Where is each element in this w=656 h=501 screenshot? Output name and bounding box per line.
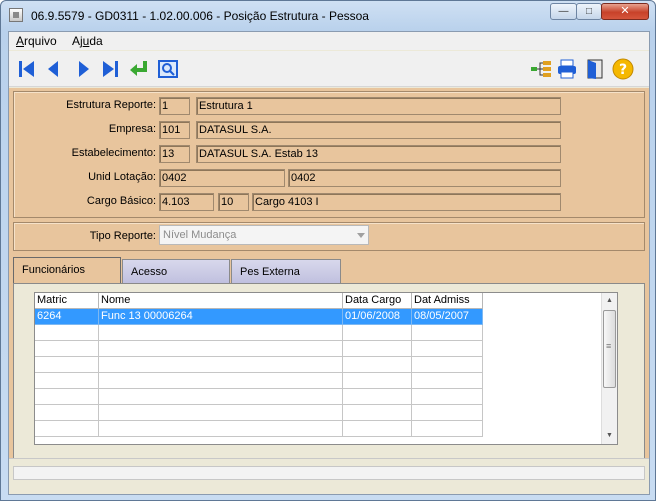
search-icon[interactable] xyxy=(156,57,180,81)
estab-label: Estabelecimento: xyxy=(71,147,156,159)
form-area: Estrutura Reporte: 1 Estrutura 1 Empresa… xyxy=(9,88,649,494)
menu-ajuda-label-a: Aj xyxy=(72,34,83,48)
table-row[interactable] xyxy=(35,357,483,373)
toolbar: ? xyxy=(9,51,649,87)
tab-funcionarios[interactable]: Funcionários xyxy=(13,257,121,283)
estrutura-desc-field[interactable]: Estrutura 1 xyxy=(196,97,561,115)
cargo-label: Cargo Básico: xyxy=(86,195,156,207)
table-row[interactable] xyxy=(35,421,483,437)
maximize-button[interactable]: □ xyxy=(576,3,602,20)
employees-grid: Matric Nome Data Cargo Dat Admiss 6264 F… xyxy=(34,292,618,445)
tab-acesso-label: Acesso xyxy=(131,266,168,278)
chevron-down-icon xyxy=(357,233,365,238)
app-icon xyxy=(9,8,23,22)
grid-header: Matric Nome Data Cargo Dat Admiss xyxy=(35,293,483,309)
empresa-desc-field[interactable]: DATASUL S.A. xyxy=(196,121,561,139)
estab-code-field[interactable]: 13 xyxy=(159,145,190,163)
estrutura-label: Estrutura Reporte: xyxy=(66,99,156,111)
col-matric[interactable]: Matric xyxy=(35,293,99,309)
estab-desc-field[interactable]: DATASUL S.A. Estab 13 xyxy=(196,145,561,163)
menu-ajuda[interactable]: Ajuda xyxy=(72,34,103,48)
tipo-reporte-value: Nível Mudança xyxy=(163,229,237,241)
cell-nome: Func 13 00006264 xyxy=(99,309,343,325)
hierarchy-icon[interactable] xyxy=(529,57,553,81)
cargo-sub-field[interactable]: 10 xyxy=(218,193,249,211)
cargo-desc-field[interactable]: Cargo 4103 I xyxy=(252,193,561,211)
client-area: Arquivo Ajuda ? Estrutura Reporte: 1 Est… xyxy=(8,31,650,495)
tab-body-funcionarios: Matric Nome Data Cargo Dat Admiss 6264 F… xyxy=(13,283,645,459)
cargo-code-field[interactable]: 4.103 xyxy=(159,193,214,211)
go-to-icon[interactable] xyxy=(127,57,151,81)
col-data-cargo[interactable]: Data Cargo xyxy=(343,293,412,309)
first-record-icon[interactable] xyxy=(15,57,39,81)
print-icon[interactable] xyxy=(555,57,579,81)
tipo-label: Tipo Reporte: xyxy=(89,230,156,242)
tab-funcionarios-label: Funcionários xyxy=(22,264,85,276)
lotacao-desc-field[interactable]: 0402 xyxy=(288,169,561,187)
table-row[interactable]: 6264 Func 13 00006264 01/06/2008 08/05/2… xyxy=(35,309,483,325)
menu-arquivo-label: rquivo xyxy=(24,34,57,48)
menu-arquivo-mnemonic: A xyxy=(16,34,25,48)
cell-data-cargo: 01/06/2008 xyxy=(343,309,412,325)
estrutura-code-field[interactable]: 1 xyxy=(159,97,190,115)
scroll-up-icon[interactable]: ▲ xyxy=(602,293,617,308)
cell-dat-admiss: 08/05/2007 xyxy=(412,309,483,325)
previous-record-icon[interactable] xyxy=(42,57,66,81)
status-bar xyxy=(9,458,649,494)
lotacao-code-field[interactable]: 0402 xyxy=(159,169,285,187)
table-row[interactable] xyxy=(35,373,483,389)
scroll-down-icon[interactable]: ▼ xyxy=(602,428,617,443)
tab-pes-externa-label: Pes Externa xyxy=(240,266,300,278)
last-record-icon[interactable] xyxy=(98,57,122,81)
minimize-button[interactable]: — xyxy=(550,3,577,20)
window-title: 06.9.5579 - GD0311 - 1.02.00.006 - Posiç… xyxy=(31,9,369,23)
grid-scrollbar[interactable]: ▲ ▼ xyxy=(601,293,617,444)
cell-matric: 6264 xyxy=(35,309,99,325)
tab-pes-externa[interactable]: Pes Externa xyxy=(231,259,341,283)
exit-icon[interactable] xyxy=(583,57,607,81)
col-nome[interactable]: Nome xyxy=(99,293,343,309)
title-bar[interactable]: 06.9.5579 - GD0311 - 1.02.00.006 - Posiç… xyxy=(1,1,655,31)
empresa-code-field[interactable]: 101 xyxy=(159,121,190,139)
menu-bar: Arquivo Ajuda xyxy=(9,32,649,50)
empresa-label: Empresa: xyxy=(108,123,156,135)
next-record-icon[interactable] xyxy=(71,57,95,81)
table-row[interactable] xyxy=(35,341,483,357)
menu-ajuda-label-b: da xyxy=(89,34,103,48)
help-icon[interactable]: ? xyxy=(611,57,635,81)
table-row[interactable] xyxy=(35,389,483,405)
table-row[interactable] xyxy=(35,405,483,421)
menu-arquivo[interactable]: Arquivo xyxy=(16,34,57,48)
scroll-thumb[interactable] xyxy=(603,310,616,388)
svg-text:?: ? xyxy=(619,62,627,78)
application-window: 06.9.5579 - GD0311 - 1.02.00.006 - Posiç… xyxy=(0,0,656,501)
col-dat-admiss[interactable]: Dat Admiss xyxy=(412,293,483,309)
tipo-reporte-select[interactable]: Nível Mudança xyxy=(159,225,369,245)
status-field xyxy=(13,466,645,480)
lotacao-label: Unid Lotação: xyxy=(88,171,156,183)
close-button[interactable]: ✕ xyxy=(601,3,649,20)
table-row[interactable] xyxy=(35,325,483,341)
tab-acesso[interactable]: Acesso xyxy=(122,259,230,283)
